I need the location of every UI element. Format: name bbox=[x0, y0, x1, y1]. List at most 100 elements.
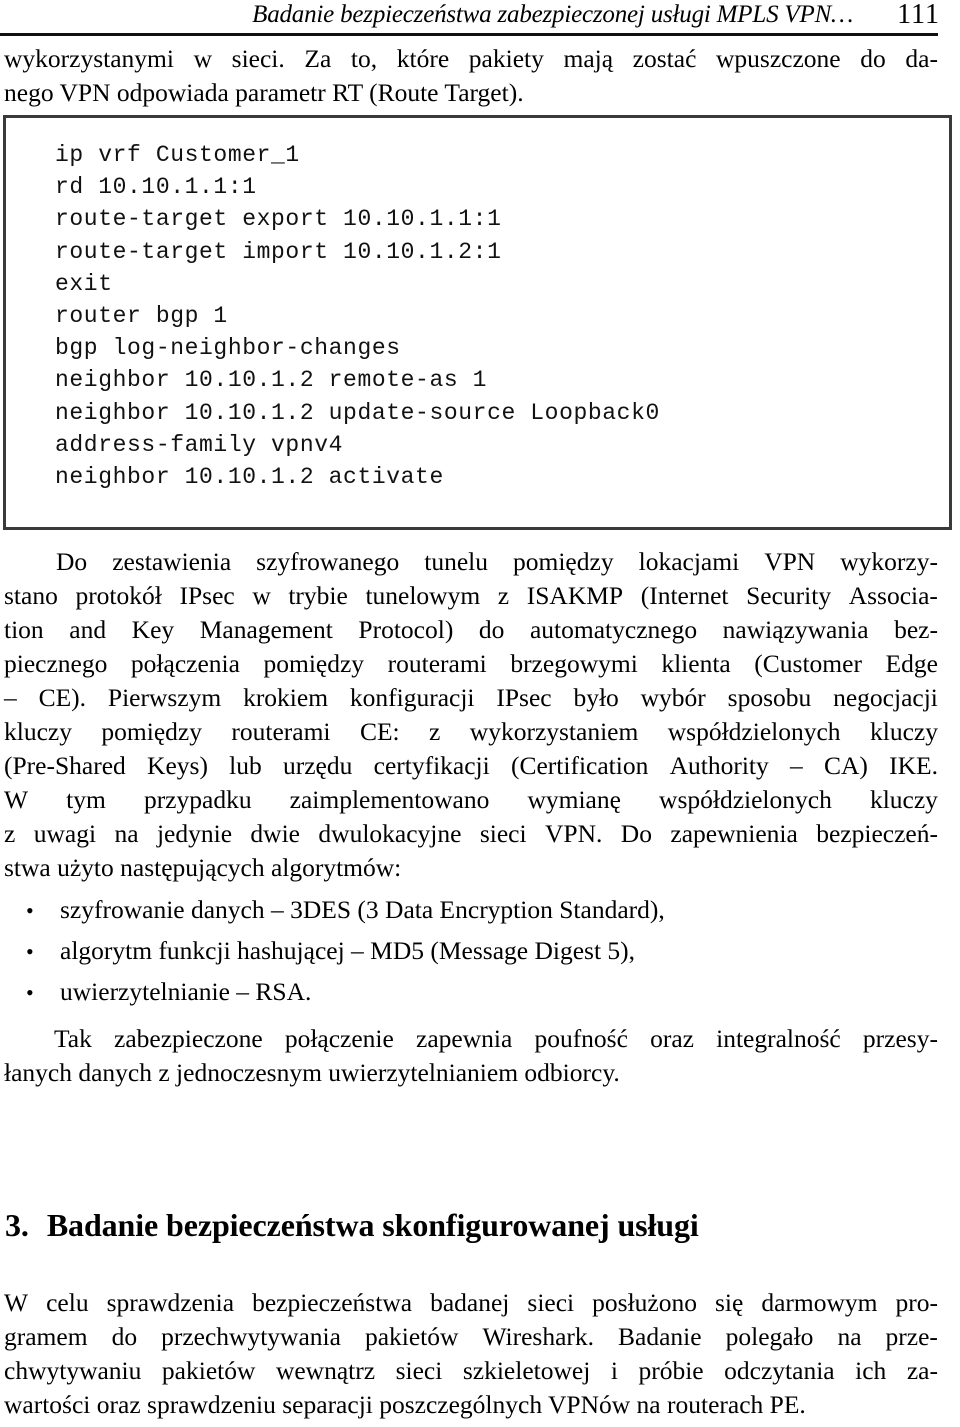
list-item-label: algorytm funkcji hashującej – MD5 (Messa… bbox=[60, 936, 636, 965]
code-line: neighbor 10.10.1.2 update-source Loopbac… bbox=[55, 399, 660, 426]
text-line: piecznego połączenia pomiędzy routerami brze… bbox=[4, 647, 938, 681]
text-line: chwytywaniu pakietów wewnątrz sieci szkielet… bbox=[4, 1354, 938, 1388]
word: negocjacji bbox=[833, 683, 938, 712]
header-divider bbox=[0, 33, 938, 36]
word: urzędu bbox=[283, 751, 353, 780]
section-title: Badanie bezpieczeństwa skonfigurowanej u… bbox=[46, 1206, 699, 1243]
word: nego VPN odpowiada parametr RT (Route Ta… bbox=[4, 78, 524, 107]
word: ISAKMP bbox=[526, 581, 624, 610]
word: kluczy bbox=[869, 717, 938, 746]
paragraph-wireshark: Wcelu sprawdzenia bezpieczeństwa badanej sie… bbox=[4, 1286, 938, 1422]
word: bez- bbox=[894, 615, 938, 644]
code-line: route-target export 10.10.1.1:1 bbox=[55, 206, 502, 233]
word: sieci bbox=[395, 1356, 443, 1385]
text-line: (Pre-Shared Keys) lub urzędu certyfikacji (Ce… bbox=[4, 749, 938, 783]
word: sprawdzenia bbox=[106, 1288, 235, 1317]
word: Associa- bbox=[848, 581, 938, 610]
word: Badanie bbox=[618, 1322, 702, 1351]
word: przypadku bbox=[143, 785, 252, 814]
word: Authority bbox=[669, 751, 769, 780]
word: integralność bbox=[716, 1024, 841, 1053]
section-number: 3. bbox=[5, 1206, 29, 1243]
word: IPsec bbox=[179, 581, 235, 610]
code-line: address-family vpnv4 bbox=[55, 431, 344, 458]
word: współdzielonych bbox=[659, 785, 832, 814]
bullet-icon: • bbox=[26, 939, 34, 964]
word: połączenia bbox=[130, 649, 240, 678]
code-line: bgp log-neighbor-changes bbox=[55, 335, 401, 362]
paragraph-continued: wykorzystanymi w sieci. Za to, które pakiety ma… bbox=[4, 42, 938, 110]
running-head-title: Badanie bezpieczeństwa zabezpieczonej us… bbox=[252, 1, 854, 28]
word: pakietów bbox=[161, 1356, 256, 1385]
text-line: Wtym przypadku zaimplementowano wymianę wspó… bbox=[4, 783, 938, 817]
word: uwagi bbox=[33, 819, 97, 848]
text-line: – CE). Pierwszym krokiem konfiguracji IPsec by… bbox=[4, 681, 938, 715]
word: sposobu bbox=[727, 683, 812, 712]
word: W bbox=[4, 1288, 29, 1317]
word: Wireshark. bbox=[482, 1322, 595, 1351]
word: poufność bbox=[534, 1024, 628, 1053]
word: wymianę bbox=[527, 785, 621, 814]
word: lokacjami bbox=[638, 547, 740, 576]
word: stano bbox=[4, 581, 58, 610]
word: certyfikacji bbox=[373, 751, 490, 780]
paragraph-summary: Tak zabezpieczone połączenie zapewnia poufno… bbox=[4, 1022, 938, 1090]
document-page: Badanie bezpieczeństwa zabezpieczonej us… bbox=[0, 0, 960, 1427]
text-line: stano protokół IPsec w trybie tunelowym z ISAKM… bbox=[4, 579, 938, 613]
word: klienta bbox=[661, 649, 731, 678]
word: chwytywaniu bbox=[4, 1356, 142, 1385]
word: IKE. bbox=[889, 751, 938, 780]
word: ich bbox=[855, 1356, 887, 1385]
word: da- bbox=[905, 44, 938, 73]
word: z bbox=[429, 717, 441, 746]
word: celu bbox=[46, 1288, 89, 1317]
text-line: Tak zabezpieczone połączenie zapewnia poufno… bbox=[4, 1022, 938, 1056]
word: do bbox=[478, 615, 505, 644]
word: kluczy bbox=[869, 785, 938, 814]
word: łanych danych z jednoczesnym uwierzyteln… bbox=[4, 1058, 620, 1087]
word: bezpieczeń- bbox=[816, 819, 938, 848]
word: badanej bbox=[430, 1288, 510, 1317]
word: sieci bbox=[479, 819, 527, 848]
word: oraz bbox=[650, 1024, 694, 1053]
word: i bbox=[610, 1356, 618, 1385]
word: w bbox=[252, 581, 271, 610]
word: wartości oraz sprawdzeniu separacji posz… bbox=[4, 1390, 806, 1419]
word: to, bbox=[350, 44, 378, 73]
word: z bbox=[4, 819, 16, 848]
word: było bbox=[573, 683, 619, 712]
word: szyfrowanego bbox=[256, 547, 400, 576]
list-item-label: szyfrowanie danych – 3DES (3 Data Encryp… bbox=[60, 895, 665, 924]
word: (Internet bbox=[640, 581, 729, 610]
text-line: łanych danych z jednoczesnym uwierzyteln… bbox=[4, 1056, 938, 1090]
text-line: wartości oraz sprawdzeniu separacji posz… bbox=[4, 1388, 938, 1422]
list-item: • szyfrowanie danych – 3DES (3 Data Encry… bbox=[4, 893, 938, 934]
word: wykorzy- bbox=[840, 547, 938, 576]
word: próbie bbox=[638, 1356, 704, 1385]
word: w bbox=[193, 44, 213, 73]
text-line: gramem do przechwytywania pakietów Wireshark… bbox=[4, 1320, 938, 1354]
word: lub bbox=[229, 751, 262, 780]
section-heading: 3. Badanie bezpieczeństwa skonfigurowanej… bbox=[5, 1205, 939, 1245]
code-line: neighbor 10.10.1.2 activate bbox=[55, 464, 444, 491]
word: pro- bbox=[895, 1288, 938, 1317]
word: zapewnia bbox=[416, 1024, 513, 1053]
word: jedynie bbox=[156, 819, 233, 848]
word: dwulokacyjne bbox=[318, 819, 462, 848]
word: VPN bbox=[764, 547, 816, 576]
code-listing: ip vrf Customer_1 rd 10.10.1.1:1 route-tar… bbox=[55, 139, 660, 493]
word: wykorzystanymi bbox=[4, 44, 174, 73]
word: routerami bbox=[387, 649, 487, 678]
bullet-icon: • bbox=[26, 898, 34, 923]
word: przechwytywania bbox=[161, 1322, 341, 1351]
word: za- bbox=[906, 1356, 938, 1385]
word: nawiązywania bbox=[722, 615, 869, 644]
word: pomiędzy bbox=[513, 547, 614, 576]
text-line: kluczy pomiędzy routerami CE: z wykorzystanie… bbox=[4, 715, 938, 749]
word: protokół bbox=[75, 581, 162, 610]
word: na bbox=[114, 819, 139, 848]
word: tym bbox=[66, 785, 106, 814]
text-line: wykorzystanymi w sieci. Za to, które pakiety ma… bbox=[4, 42, 938, 76]
word: W bbox=[4, 785, 29, 814]
bullet-icon: • bbox=[26, 980, 34, 1005]
